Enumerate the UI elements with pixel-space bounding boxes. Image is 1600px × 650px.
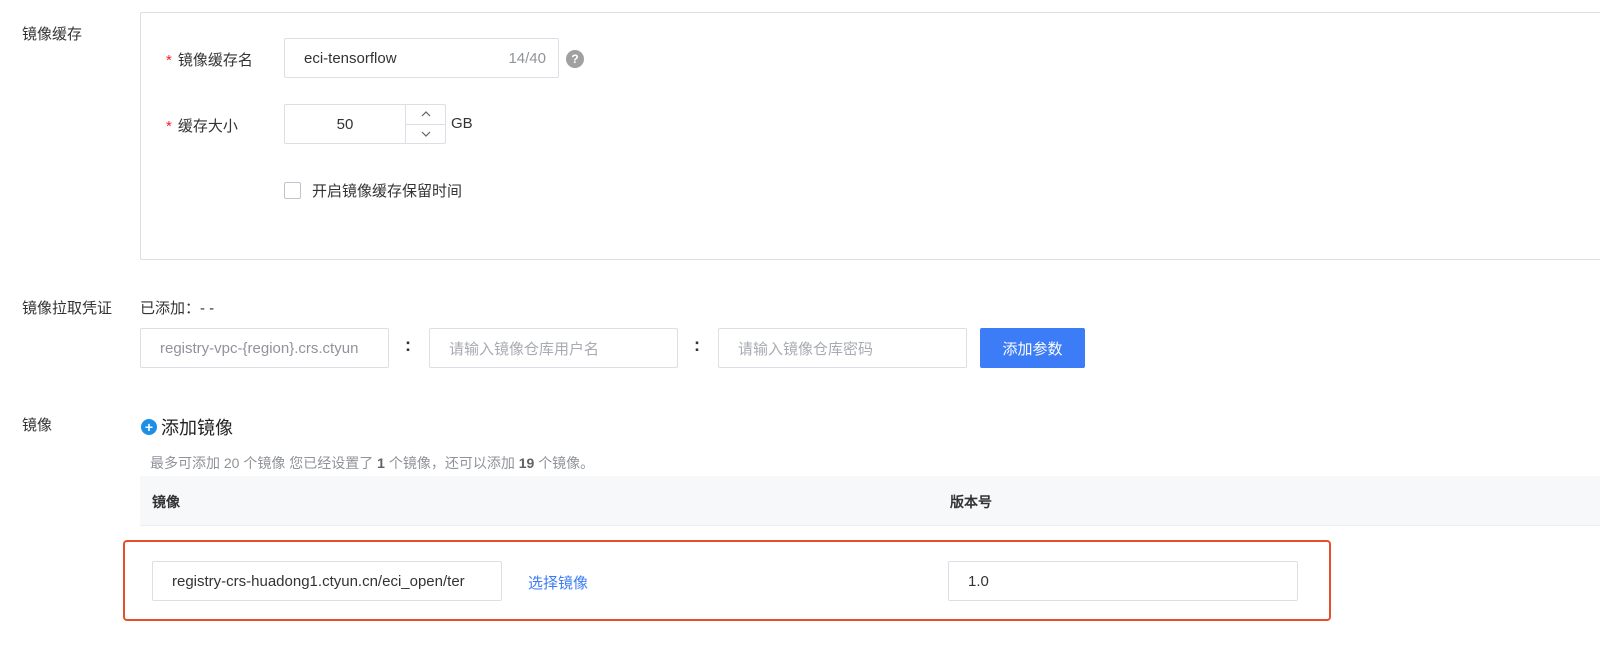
cache-name-label: * 镜像缓存名 [166, 49, 253, 70]
cache-name-input[interactable]: eci-tensorflow 14/40 [284, 38, 559, 78]
image-input[interactable]: registry-crs-huadong1.ctyun.cn/eci_open/… [152, 561, 502, 601]
cache-size-label: * 缓存大小 [166, 115, 238, 136]
cache-size-label-text: 缓存大小 [177, 118, 238, 135]
cache-name-label-text: 镜像缓存名 [177, 52, 253, 69]
credentials-added-text: 已添加：- - [140, 300, 215, 317]
separator-colon: : [405, 335, 411, 355]
separator-colon: : [694, 335, 700, 355]
question-circle-icon[interactable]: ? [566, 50, 584, 68]
column-header-version: 版本号 [950, 494, 992, 510]
add-param-button[interactable]: 添加参数 [980, 328, 1085, 368]
retention-option[interactable]: 开启镜像缓存保留时间 [284, 180, 462, 201]
cache-size-unit: GB [451, 115, 473, 132]
required-mark: * [166, 52, 172, 69]
hint-prefix: 最多可添加 20 个镜像 您已经设置了 [150, 455, 374, 471]
hint-middle: 个镜像，还可以添加 [388, 455, 515, 471]
stepper-decrement-button[interactable] [406, 125, 445, 144]
stepper-increment-button[interactable] [406, 105, 445, 125]
select-image-link[interactable]: 选择镜像 [528, 572, 588, 593]
cache-section-label: 镜像缓存 [22, 26, 83, 43]
images-section-label: 镜像 [22, 417, 53, 434]
username-input[interactable]: 请输入镜像仓库用户名 [429, 328, 678, 368]
plus-circle-icon: + [141, 419, 157, 435]
credentials-section-label: 镜像拉取凭证 [22, 300, 113, 317]
cache-size-stepper[interactable]: 50 [284, 104, 446, 144]
hint-set-count: 1 [377, 455, 385, 471]
image-limit-hint: 最多可添加 20 个镜像 您已经设置了 1 个镜像，还可以添加 19 个镜像。 [150, 453, 594, 473]
cache-size-value[interactable]: 50 [285, 105, 406, 143]
hint-remaining: 19 [518, 455, 535, 471]
retention-checkbox[interactable] [284, 182, 301, 199]
chevron-up-icon [421, 111, 430, 117]
add-image-button[interactable]: + 添加镜像 [141, 414, 233, 440]
cache-name-value: eci-tensorflow [304, 49, 397, 67]
column-header-image: 镜像 [152, 494, 180, 510]
add-image-label: 添加镜像 [161, 418, 233, 438]
hint-suffix: 个镜像。 [538, 455, 595, 471]
image-table-header: 镜像 版本号 [140, 476, 1600, 526]
version-input[interactable]: 1.0 [948, 561, 1298, 601]
chevron-down-icon [421, 131, 430, 137]
required-mark: * [166, 118, 172, 135]
password-input[interactable]: 请输入镜像仓库密码 [718, 328, 967, 368]
char-counter: 14/40 [508, 49, 546, 67]
retention-label: 开启镜像缓存保留时间 [312, 183, 463, 200]
registry-input[interactable]: registry-vpc-{region}.crs.ctyun [140, 328, 389, 368]
